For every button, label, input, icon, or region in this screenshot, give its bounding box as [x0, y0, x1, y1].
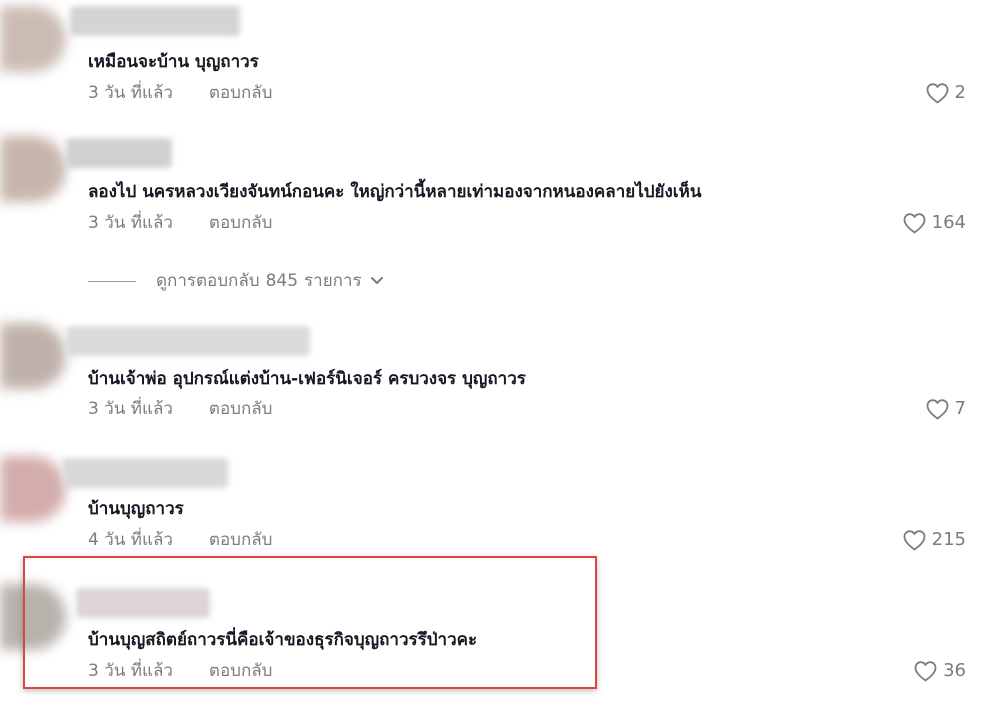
- reply-button[interactable]: ตอบกลับ: [209, 398, 273, 420]
- like-button[interactable]: 2: [925, 82, 966, 104]
- comments-panel: เหมือนจะบ้าน บุญถาวร 3 วัน ที่แล้ว ตอบกล…: [0, 0, 982, 706]
- like-button[interactable]: 215: [902, 529, 966, 551]
- like-count: 7: [954, 398, 966, 419]
- username-blurred[interactable]: [76, 588, 210, 618]
- chevron-down-icon: [370, 277, 383, 284]
- view-replies-button[interactable]: ดูการตอบกลับ 845 รายการ: [88, 270, 384, 292]
- like-count: 164: [931, 212, 966, 233]
- avatar[interactable]: [0, 584, 66, 650]
- view-replies-count: 845: [265, 271, 299, 291]
- comment-time: 3 วัน ที่แล้ว: [88, 399, 173, 419]
- reply-button[interactable]: ตอบกลับ: [209, 82, 273, 104]
- reply-button[interactable]: ตอบกลับ: [209, 660, 273, 682]
- comment-meta: 3 วัน ที่แล้ว ตอบกลับ: [88, 660, 272, 682]
- comment-meta: 3 วัน ที่แล้ว ตอบกลับ: [88, 398, 272, 420]
- comment-meta: 3 วัน ที่แล้ว ตอบกลับ: [88, 212, 272, 234]
- avatar[interactable]: [0, 136, 66, 202]
- heart-outline-icon: [926, 399, 948, 420]
- username-blurred[interactable]: [66, 326, 310, 356]
- like-count: 215: [931, 529, 966, 550]
- comment-meta: 4 วัน ที่แล้ว ตอบกลับ: [88, 529, 272, 551]
- comment-text: บ้านบุญถาวร: [88, 499, 184, 519]
- comment-meta: 3 วัน ที่แล้ว ตอบกลับ: [88, 82, 272, 104]
- username-blurred[interactable]: [66, 138, 172, 168]
- view-replies-prefix: ดูการตอบกลับ: [156, 271, 260, 291]
- comment-time: 4 วัน ที่แล้ว: [88, 530, 173, 550]
- avatar[interactable]: [0, 456, 66, 522]
- comment-text: ลองไป นครหลวงเวียงจันทน์กอนคะ ใหญ่กว่านี…: [88, 182, 702, 202]
- like-button[interactable]: 7: [925, 398, 966, 420]
- username-blurred[interactable]: [62, 458, 228, 488]
- comment-text: บ้านบุญสถิตย์ถาวรนี่คือเจ้าของธุรกิจบุญถ…: [88, 630, 478, 650]
- like-button[interactable]: 164: [902, 212, 966, 234]
- avatar[interactable]: [0, 323, 66, 389]
- heart-outline-icon: [903, 213, 926, 234]
- like-count: 36: [943, 660, 966, 681]
- view-replies-suffix: รายการ: [304, 271, 362, 291]
- avatar[interactable]: [0, 6, 66, 72]
- divider-line: [88, 280, 136, 282]
- heart-outline-icon: [914, 661, 937, 682]
- comment-time: 3 วัน ที่แล้ว: [88, 213, 173, 233]
- heart-outline-icon: [926, 83, 948, 104]
- reply-button[interactable]: ตอบกลับ: [209, 529, 273, 551]
- comment-text: บ้านเจ้าพ่อ อุปกรณ์แต่งบ้าน-เฟอร์นิเจอร์…: [88, 369, 526, 389]
- username-blurred[interactable]: [70, 6, 240, 36]
- comment-time: 3 วัน ที่แล้ว: [88, 83, 173, 103]
- comment-time: 3 วัน ที่แล้ว: [88, 661, 173, 681]
- like-count: 2: [954, 82, 966, 103]
- heart-outline-icon: [903, 530, 926, 551]
- like-button[interactable]: 36: [913, 660, 966, 682]
- comment-text: เหมือนจะบ้าน บุญถาวร: [88, 52, 259, 72]
- reply-button[interactable]: ตอบกลับ: [209, 212, 273, 234]
